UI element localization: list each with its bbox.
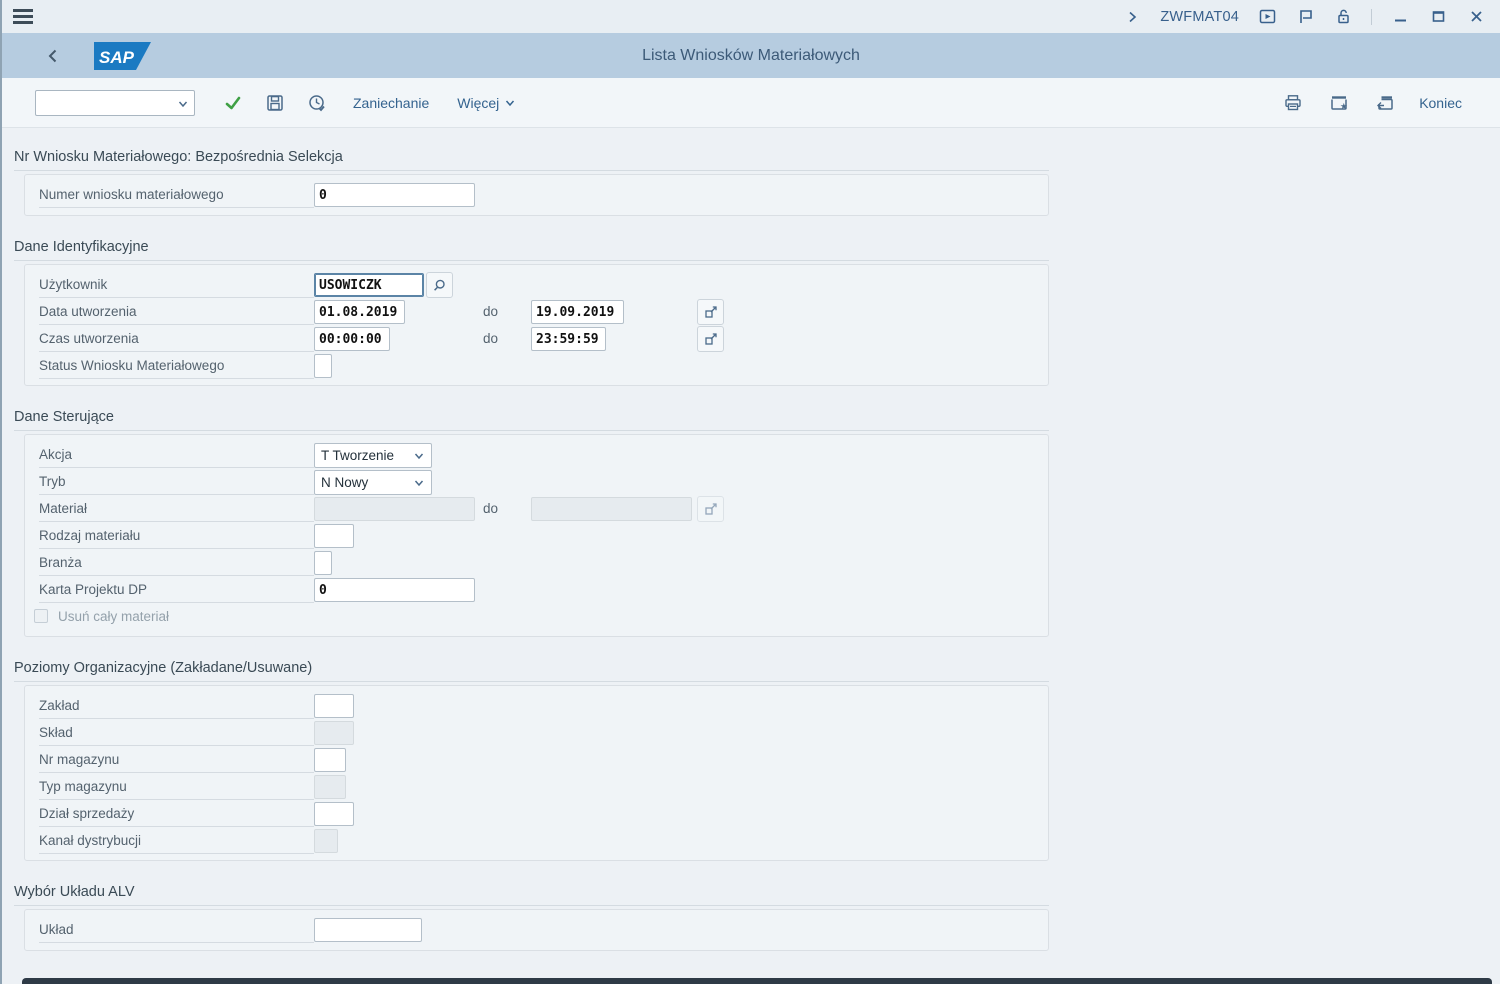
numer-wniosku-input[interactable]: [314, 183, 475, 207]
field-label-tryb: Tryb: [39, 469, 314, 495]
data-utworzenia-do-input[interactable]: [531, 300, 624, 324]
tryb-selected-value: N Nowy: [321, 475, 368, 490]
field-label-uzytkownik: Użytkownik: [39, 272, 314, 298]
section-title-nr-wniosku: Nr Wniosku Materiałowego: Bezpośrednia S…: [14, 146, 1049, 171]
save-icon[interactable]: [261, 89, 289, 117]
do-label: do: [483, 326, 498, 351]
field-label-branza: Branża: [39, 550, 314, 576]
ok-code-input[interactable]: [36, 91, 194, 115]
field-label-karta-projektu: Karta Projektu DP: [39, 577, 314, 603]
transaction-code: ZWFMAT04: [1160, 9, 1239, 25]
branza-input[interactable]: [314, 551, 332, 575]
usun-caly-material-checkbox: [34, 609, 48, 623]
field-label-material: Materiał: [39, 496, 314, 522]
sap-gui-window: ZWFMAT04: [0, 0, 1500, 984]
close-icon[interactable]: [1466, 7, 1486, 27]
wiecej-menu-button[interactable]: Więcej: [455, 91, 518, 115]
do-label: do: [483, 496, 498, 521]
karta-projektu-input[interactable]: [314, 578, 475, 602]
field-label-zaklad: Zakład: [39, 693, 314, 719]
nr-magazynu-input[interactable]: [314, 748, 346, 772]
maximize-icon[interactable]: [1428, 7, 1448, 27]
chevron-down-icon: [413, 477, 425, 489]
session-icon[interactable]: [1295, 7, 1315, 27]
wiecej-label: Więcej: [457, 95, 499, 111]
field-label-numer-wniosku: Numer wniosku materiałowego: [39, 182, 314, 208]
chevron-down-icon[interactable]: [177, 98, 189, 110]
value-help-search-icon[interactable]: [426, 272, 453, 298]
czas-utworzenia-od-input[interactable]: [314, 327, 390, 351]
field-label-status-wniosku: Status Wniosku Materiałowego: [39, 353, 314, 379]
field-label-data-utworzenia: Data utworzenia: [39, 299, 314, 325]
sklad-input: [314, 721, 354, 745]
status-bar: [22, 978, 1492, 984]
multiple-selection-icon[interactable]: [697, 326, 724, 352]
status-wniosku-input[interactable]: [314, 354, 332, 378]
application-toolbar: Zaniechanie Więcej ★ Koniec: [2, 78, 1500, 128]
section-title-wybor-ukladu-alv: Wybór Układu ALV: [14, 881, 1049, 906]
akcja-select[interactable]: T Tworzenie: [314, 443, 432, 468]
expand-chevron-icon[interactable]: [1122, 7, 1142, 27]
group-box-poziomy-organizacyjne: Zakład Skład Nr magazynu Typ magazynu Dz…: [24, 685, 1049, 861]
shell-header: SAP Lista Wniosków Materiałowych: [2, 33, 1500, 78]
chevron-down-icon: [504, 97, 516, 109]
zaniechanie-button[interactable]: Zaniechanie: [351, 91, 431, 115]
page-title: Lista Wniosków Materiałowych: [2, 47, 1500, 65]
czas-utworzenia-do-input[interactable]: [531, 327, 606, 351]
usun-caly-material-label: Usuń cały materiał: [58, 604, 169, 629]
koniec-button[interactable]: Koniec: [1417, 91, 1464, 115]
typ-magazynu-input: [314, 775, 346, 799]
minimize-icon[interactable]: [1390, 7, 1410, 27]
akcja-selected-value: T Tworzenie: [321, 448, 394, 463]
group-box-nr-wniosku: Numer wniosku materiałowego: [24, 174, 1049, 216]
kanal-dystrybucji-input: [314, 829, 338, 853]
material-od-input: [314, 497, 475, 521]
field-label-kanal-dystrybucji: Kanał dystrybucji: [39, 828, 314, 854]
field-label-sklad: Skład: [39, 720, 314, 746]
field-label-typ-magazynu: Typ magazynu: [39, 774, 314, 800]
data-utworzenia-od-input[interactable]: [314, 300, 405, 324]
rodzaj-materialu-input[interactable]: [314, 524, 354, 548]
zaklad-input[interactable]: [314, 694, 354, 718]
section-title-dane-sterujace: Dane Sterujące: [14, 406, 1049, 431]
multiple-selection-icon: [697, 496, 724, 522]
material-do-input: [531, 497, 692, 521]
group-box-dane-identyfikacyjne: Użytkownik Data utworzenia do Czas utwor…: [24, 264, 1049, 386]
unlock-icon[interactable]: [1333, 7, 1353, 27]
section-title-poziomy-organizacyjne: Poziomy Organizacyjne (Zakładane/Usuwane…: [14, 657, 1049, 682]
group-box-dane-sterujace: Akcja T Tworzenie Tryb N Nowy Materiał d…: [24, 434, 1049, 637]
field-label-uklad: Układ: [39, 917, 314, 943]
tryb-select[interactable]: N Nowy: [314, 470, 432, 495]
do-label: do: [483, 299, 498, 324]
uklad-input[interactable]: [314, 918, 422, 942]
multiple-selection-icon[interactable]: [697, 299, 724, 325]
section-title-dane-identyfikacyjne: Dane Identyfikacyjne: [14, 236, 1049, 261]
field-label-dzial-sprzedazy: Dział sprzedaży: [39, 801, 314, 827]
group-box-wybor-ukladu: Układ: [24, 909, 1049, 951]
gui-scripting-icon[interactable]: [1257, 7, 1277, 27]
confirm-check-icon[interactable]: [219, 89, 247, 117]
divider: [1371, 9, 1372, 25]
field-label-czas-utworzenia: Czas utworzenia: [39, 326, 314, 352]
new-session-icon[interactable]: ★: [1325, 89, 1353, 117]
uzytkownik-input[interactable]: [314, 273, 424, 297]
ok-code-combobox[interactable]: [35, 90, 195, 116]
shortcut-icon[interactable]: [1371, 89, 1399, 117]
field-label-akcja: Akcja: [39, 442, 314, 468]
field-label-rodzaj-materialu: Rodzaj materiału: [39, 523, 314, 549]
schedule-icon[interactable]: [303, 89, 331, 117]
dzial-sprzedazy-input[interactable]: [314, 802, 354, 826]
chevron-down-icon: [413, 450, 425, 462]
field-label-nr-magazynu: Nr magazynu: [39, 747, 314, 773]
system-bar: ZWFMAT04: [2, 0, 1500, 33]
selection-screen: Nr Wniosku Materiałowego: Bezpośrednia S…: [2, 146, 1500, 984]
print-icon[interactable]: [1279, 89, 1307, 117]
menu-icon[interactable]: [2, 0, 46, 33]
svg-text:★: ★: [1340, 101, 1348, 111]
